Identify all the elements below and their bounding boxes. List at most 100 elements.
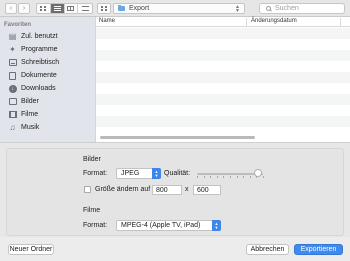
movie-format-popup[interactable]: MPEG-4 (Apple TV, iPad) ▲ ▼	[116, 220, 221, 231]
resize-height-value: 600	[197, 186, 209, 194]
empty-row	[96, 28, 350, 39]
quality-label: Qualität:	[164, 170, 191, 177]
popup-arrows-icon: ▲ ▼	[235, 4, 240, 14]
toolbar: ‹ › Export ▲ ▼ Suchen	[0, 0, 350, 17]
column-divider	[340, 18, 341, 26]
horizontal-scrollbar[interactable]	[100, 136, 350, 139]
images-section-title: Bilder	[83, 156, 101, 163]
cancel-button[interactable]: Abbrechen	[246, 244, 289, 255]
list-view-button[interactable]	[50, 4, 65, 13]
resize-label: Größe ändern auf	[95, 186, 151, 193]
coverflow-view-button[interactable]	[78, 4, 92, 13]
export-options-panel: Bilder Format: JPEG ▲ ▼ Qualität: Größe ä…	[0, 142, 350, 237]
slider-tick	[249, 176, 251, 178]
popup-arrows-icon: ▲ ▼	[152, 168, 161, 179]
view-mode-control	[36, 3, 93, 14]
sidebar-item-label: Downloads	[21, 85, 56, 92]
quality-slider-thumb[interactable]	[253, 169, 262, 177]
sidebar-item-desktop[interactable]: Schreibtisch	[8, 57, 59, 68]
sidebar-item-pictures[interactable]: Bilder	[8, 96, 39, 107]
sidebar-item-label: Dokumente	[21, 72, 57, 79]
columns-icon	[67, 6, 75, 11]
search-field[interactable]: Suchen	[259, 3, 345, 14]
movies-section-title: Filme	[83, 207, 101, 214]
location-popup[interactable]: Export ▲ ▼	[113, 3, 245, 14]
image-format-label: Format:	[83, 170, 108, 177]
sidebar-item-recent[interactable]: ▤ Zul. benutzt	[8, 31, 58, 42]
bottom-bar: Neuer Ordner Abbrechen Exportieren	[0, 237, 350, 261]
slider-tick	[263, 176, 264, 178]
empty-row	[96, 105, 350, 116]
recent-icon: ▤	[8, 31, 17, 41]
search-placeholder: Suchen	[275, 5, 299, 12]
arrange-icon	[101, 6, 107, 11]
movies-icon	[8, 110, 17, 119]
movie-format-value: MPEG-4 (Apple TV, iPad)	[121, 222, 201, 229]
resize-times-label: x	[185, 186, 189, 193]
sidebar-item-label: Musik	[21, 124, 40, 131]
empty-row	[96, 61, 350, 72]
list-icon	[53, 6, 61, 11]
export-label: Exportieren	[300, 246, 337, 253]
movie-format-label: Format:	[83, 222, 108, 229]
pictures-icon	[8, 97, 17, 106]
sidebar-item-applications[interactable]: ✦ Programme	[8, 44, 58, 55]
documents-icon	[8, 71, 17, 80]
slider-tick	[223, 176, 225, 178]
file-list-header: Name Änderungsdatum	[96, 17, 350, 27]
resize-checkbox[interactable]	[84, 186, 91, 193]
column-header-name[interactable]: Name	[99, 18, 115, 24]
icon-view-button[interactable]	[37, 4, 51, 13]
slider-tick	[230, 176, 231, 178]
image-format-popup[interactable]: JPEG ▲ ▼	[116, 168, 161, 179]
sidebar-item-label: Zul. benutzt	[21, 33, 58, 40]
slider-tick	[243, 176, 245, 178]
new-folder-label: Neuer Ordner	[9, 246, 53, 253]
empty-row	[96, 39, 350, 50]
search-icon	[266, 6, 271, 11]
scrollbar-thumb[interactable]	[100, 136, 255, 139]
sidebar-item-music[interactable]: ♫ Musik	[8, 122, 40, 133]
empty-row	[96, 94, 350, 105]
export-options-box: Bilder Format: JPEG ▲ ▼ Qualität: Größe ä…	[6, 148, 344, 236]
folder-icon	[118, 5, 125, 11]
resize-width-field[interactable]: 800	[152, 185, 182, 195]
desktop-icon	[8, 58, 17, 67]
new-folder-button[interactable]: Neuer Ordner	[8, 244, 54, 255]
sidebar-item-documents[interactable]: Dokumente	[8, 70, 57, 81]
sidebar-item-label: Schreibtisch	[21, 59, 60, 66]
sidebar: Favoriten ▤ Zul. benutzt ✦ Programme Sch…	[0, 17, 95, 142]
column-header-modified[interactable]: Änderungsdatum	[251, 18, 297, 24]
slider-tick	[197, 176, 198, 178]
arrange-button[interactable]	[97, 3, 111, 14]
sidebar-item-downloads[interactable]: ↓ Downloads	[8, 83, 56, 94]
empty-row	[96, 83, 350, 94]
export-button[interactable]: Exportieren	[294, 244, 343, 255]
coverflow-icon	[81, 6, 89, 11]
music-icon: ♫	[9, 122, 16, 132]
empty-row	[96, 116, 350, 127]
sidebar-item-movies[interactable]: Filme	[8, 109, 38, 120]
location-label: Export	[129, 5, 150, 12]
back-button[interactable]: ‹	[5, 3, 17, 14]
empty-row	[96, 50, 350, 61]
slider-tick	[203, 176, 205, 178]
file-list[interactable]: Name Änderungsdatum	[95, 17, 350, 142]
slider-tick	[236, 176, 238, 178]
resize-height-field[interactable]: 600	[193, 185, 221, 195]
slider-tick	[210, 176, 212, 178]
chevron-left-icon: ‹	[9, 5, 13, 12]
sidebar-section-title: Favoriten	[4, 22, 32, 28]
sidebar-item-label: Bilder	[21, 98, 39, 105]
empty-row	[96, 72, 350, 83]
forward-button[interactable]: ›	[18, 3, 30, 14]
applications-icon: ✦	[9, 44, 16, 54]
chevron-right-icon: ›	[22, 5, 26, 12]
column-view-button[interactable]	[65, 4, 79, 13]
resize-width-value: 800	[156, 186, 168, 194]
slider-tick	[216, 176, 218, 178]
popup-arrows-icon: ▲ ▼	[212, 220, 221, 231]
sidebar-item-label: Programme	[21, 46, 58, 53]
image-format-value: JPEG	[121, 170, 140, 177]
grid-icon	[40, 6, 47, 11]
